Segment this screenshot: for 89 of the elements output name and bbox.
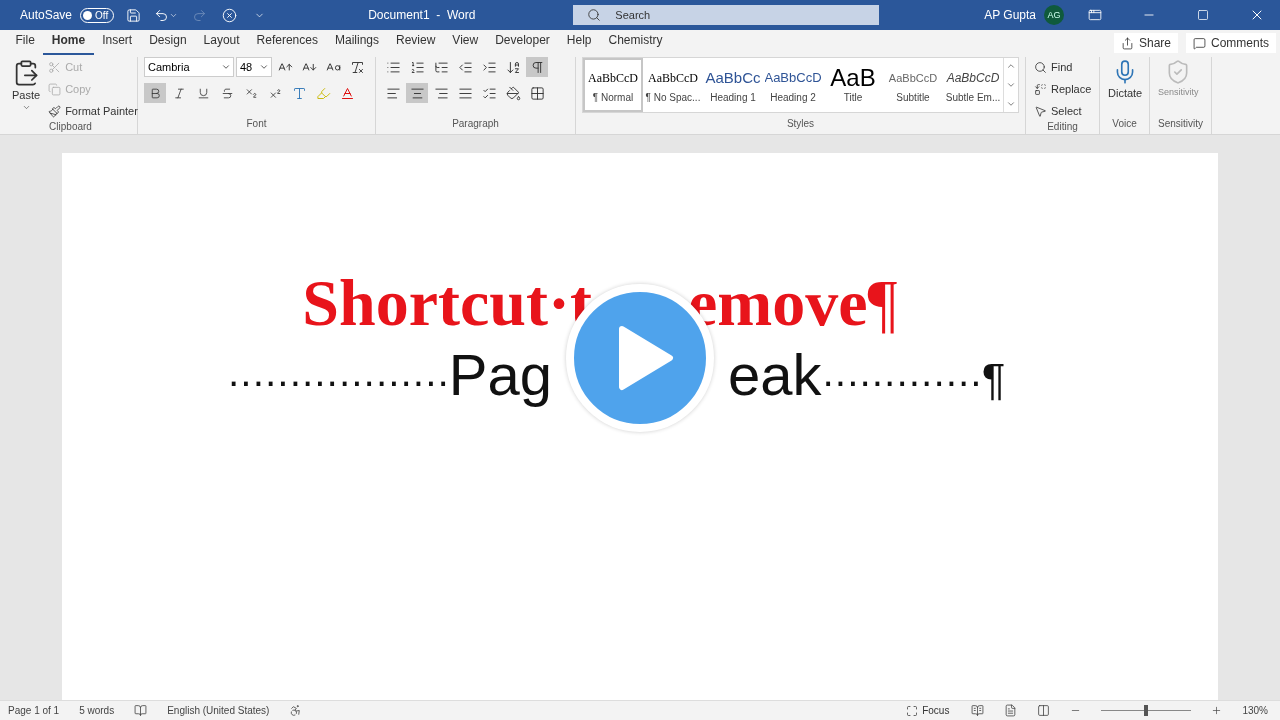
group-label: Voice — [1111, 118, 1138, 131]
align-icon — [385, 85, 401, 101]
paste-button[interactable]: Paste — [10, 57, 43, 121]
font-color-icon — [339, 85, 355, 101]
caret-icon — [259, 62, 269, 72]
ribbon-tab[interactable]: Layout — [195, 31, 249, 55]
numbering-icon — [409, 59, 425, 75]
chevron-down-icon — [1006, 80, 1016, 90]
search-icon — [587, 8, 602, 22]
group-label: Sensitivity — [1157, 118, 1204, 131]
align-icon — [457, 85, 473, 101]
focus-icon — [906, 704, 919, 717]
window-icon — [1088, 8, 1102, 22]
indent-icon — [457, 59, 473, 75]
redo-icon — [191, 7, 207, 23]
ribbon-tab[interactable]: Developer — [486, 31, 559, 55]
save-icon — [125, 7, 141, 23]
zoom-thumb[interactable] — [1144, 705, 1149, 716]
user-avatar[interactable]: AG — [1044, 5, 1064, 25]
accessibility-icon — [289, 704, 303, 717]
ribbon-tab[interactable]: File — [7, 31, 44, 55]
font-name-field[interactable]: Cambria — [144, 57, 234, 77]
ribbon-tab[interactable]: Help — [558, 31, 601, 55]
line-spacing-icon — [481, 85, 497, 101]
user-name: AP Gupta — [984, 8, 1036, 22]
language-label: English (United States) — [167, 705, 270, 716]
print-layout-icon — [1004, 704, 1018, 717]
format-icon — [196, 86, 210, 100]
read-mode-icon — [971, 704, 985, 717]
zoom-percent: 130% — [1242, 705, 1268, 716]
style-item[interactable]: AaBbCcD ¶ Normal — [583, 58, 643, 112]
bullets-icon — [385, 59, 401, 75]
show-marks-button[interactable] — [526, 57, 548, 77]
ribbon-tab[interactable]: View — [443, 31, 487, 55]
ribbon-tab[interactable]: Mailings — [326, 31, 388, 55]
maximize-icon — [1197, 9, 1209, 21]
font-size-field[interactable]: 48 — [236, 57, 272, 77]
zoom-in-icon — [1211, 705, 1223, 716]
caret-icon — [21, 103, 31, 112]
multilevel-list-icon — [433, 59, 449, 75]
format-icon — [172, 86, 186, 100]
editing-action[interactable]: Find — [1032, 57, 1094, 77]
format-button[interactable] — [144, 83, 166, 103]
web-layout-icon — [1037, 704, 1051, 717]
share-icon — [1120, 36, 1134, 50]
group-label: Editing — [1046, 121, 1079, 134]
sort-icon — [505, 59, 521, 75]
ribbon-tab[interactable]: Insert — [93, 31, 141, 55]
ribbon-tab[interactable]: References — [248, 31, 327, 55]
group-label: Font — [245, 118, 268, 131]
ribbon-tab[interactable]: Design — [140, 31, 196, 55]
close-icon — [221, 7, 237, 23]
text-effect-icon — [291, 85, 307, 101]
focus-button[interactable]: Focus — [904, 700, 952, 720]
clipboard-action[interactable]: Format Painter — [46, 101, 140, 121]
word-count: 5 words — [79, 705, 115, 716]
book-icon — [134, 704, 148, 717]
page-break-text: eak·············¶ — [728, 341, 1006, 408]
pilcrow-icon — [529, 59, 545, 75]
window-title: Document1 - Word — [368, 8, 476, 22]
paint-bucket-icon — [505, 85, 521, 101]
format-icon — [268, 86, 282, 100]
highlighter-icon — [315, 85, 331, 101]
group-label: Clipboard — [48, 121, 93, 134]
ribbon-tab[interactable]: Review — [387, 31, 444, 55]
comments-button[interactable]: Comments — [1186, 33, 1276, 53]
heading-text: Shortcut·t — [302, 265, 592, 341]
indent-icon — [481, 59, 497, 75]
search-field[interactable]: Search — [573, 5, 880, 25]
format-icon — [244, 86, 258, 100]
group-label: Paragraph — [451, 118, 500, 131]
group-label: Styles — [785, 118, 816, 131]
align-icon — [409, 85, 425, 101]
editing-action[interactable]: Replace — [1032, 79, 1094, 99]
play-icon — [618, 325, 674, 391]
borders-icon — [529, 85, 545, 101]
autosave-label: AutoSave — [20, 8, 73, 22]
page-count: Page 1 of 1 — [8, 705, 60, 716]
page-break-text: ··················Pag — [227, 341, 552, 408]
ribbon-tab[interactable]: Chemistry — [600, 31, 672, 55]
comment-icon — [1193, 36, 1206, 50]
align-icon — [433, 85, 449, 101]
format-icon — [220, 86, 234, 100]
caret-icon — [221, 62, 231, 72]
editing-action[interactable]: Select — [1032, 101, 1094, 121]
clear-format-icon — [349, 59, 365, 75]
share-button[interactable]: Share — [1113, 33, 1178, 53]
dictate-button[interactable]: Dictate — [1106, 57, 1145, 118]
undo-icon — [154, 7, 170, 23]
